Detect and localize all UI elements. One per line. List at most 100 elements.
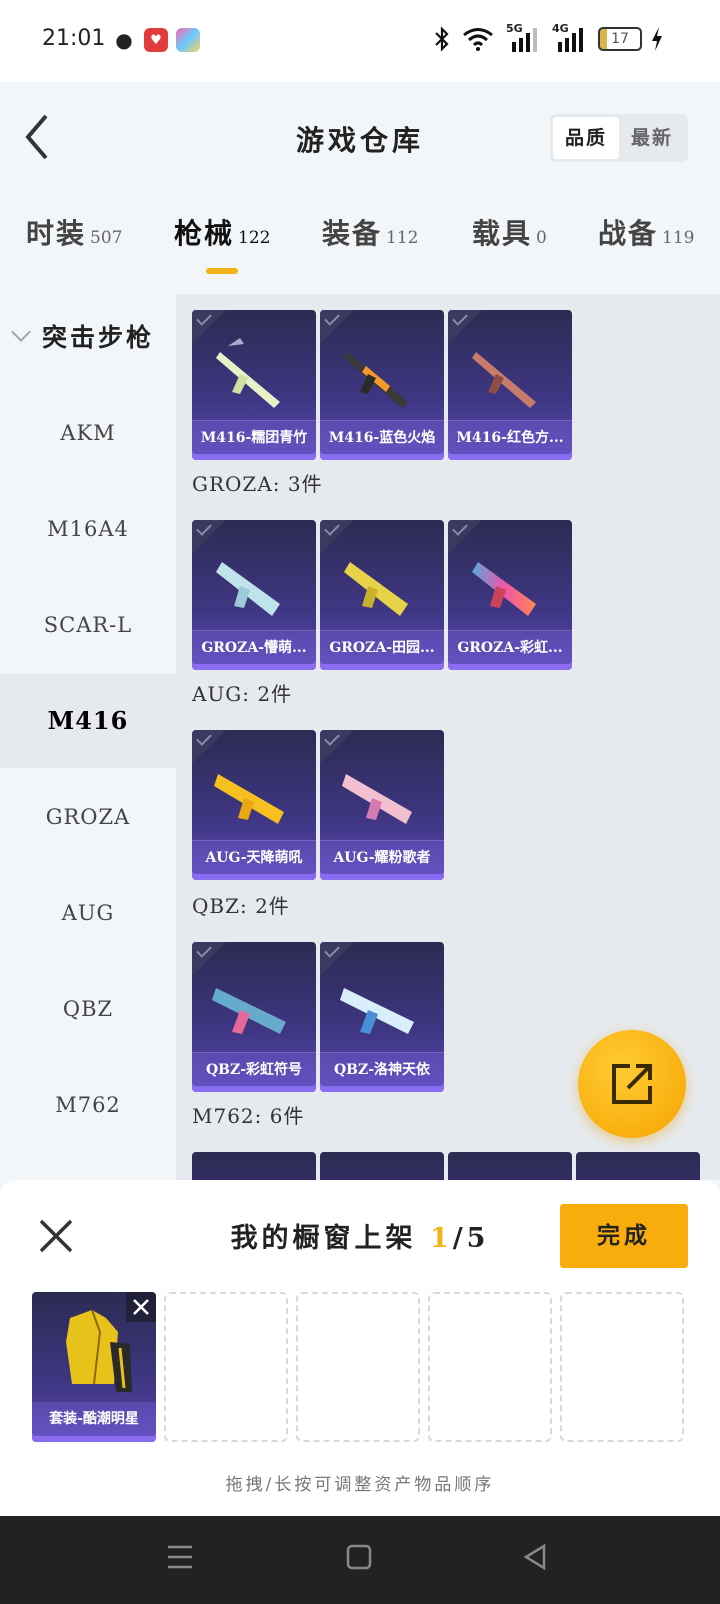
home-icon[interactable]	[346, 1544, 372, 1570]
showcase-slot-filled[interactable]: 套装-酷潮明星	[32, 1292, 156, 1442]
top-header: 游戏仓库 品质 最新	[0, 82, 720, 192]
weapon-type-sidebar: 突击步枪 AKM M16A4 SCAR-L M416 GROZA AUG QBZ…	[0, 294, 176, 1180]
gallery-icon	[176, 28, 200, 52]
wifi-icon	[463, 28, 493, 51]
rifle-skin-icon	[212, 988, 286, 1034]
sidebar-item-m416[interactable]: M416	[0, 674, 176, 768]
sort-quality-button[interactable]: 品质	[553, 117, 619, 159]
item-card[interactable]: M416-蓝色火焰	[320, 310, 444, 460]
reorder-hint: 拖拽/长按可调整资产物品顺序	[225, 1475, 495, 1495]
tab-label: 枪械	[174, 217, 235, 250]
item-name: 套装-酷潮明星	[32, 1402, 156, 1436]
signal-5g-icon: 5G	[506, 22, 540, 52]
menu-icon[interactable]	[166, 1544, 194, 1570]
back-icon[interactable]	[522, 1544, 548, 1570]
item-name: QBZ-彩虹符号	[192, 1052, 316, 1086]
sidebar-item-groza[interactable]: GROZA	[0, 770, 176, 864]
group-title-aug: AUG: 2件	[192, 682, 293, 706]
showcase-title-text: 我的橱窗上架	[230, 1223, 430, 1254]
item-card[interactable]: QBZ-洛神天依	[320, 942, 444, 1092]
item-card[interactable]: GROZA-田园...	[320, 520, 444, 670]
item-name: AUG-天降萌吼	[192, 840, 316, 874]
rifle-skin-icon	[216, 562, 280, 616]
item-card[interactable]	[192, 1152, 316, 1180]
item-card[interactable]	[320, 1152, 444, 1180]
system-nav-bar	[0, 1516, 720, 1604]
tab-count: 122	[238, 228, 271, 248]
item-card[interactable]: AUG-耀粉歌者	[320, 730, 444, 880]
tab-count: 0	[536, 228, 547, 248]
charging-icon	[652, 27, 662, 51]
showcase-slot-empty[interactable]	[560, 1292, 684, 1442]
item-card[interactable]: AUG-天降萌吼	[192, 730, 316, 880]
tab-equipment[interactable]: 装备 112	[322, 212, 418, 252]
group-title-groza: GROZA: 3件	[192, 472, 323, 496]
sidebar-item-aug[interactable]: AUG	[0, 866, 176, 960]
tab-supplies[interactable]: 战备 119	[598, 212, 694, 252]
category-label: 突击步枪	[42, 323, 155, 352]
group-title-qbz: QBZ: 2件	[192, 894, 290, 918]
category-tabs: 时装 507 枪械 122 装备 112 载具 0 战备 119	[0, 212, 720, 282]
showcase-total-count: /5	[452, 1223, 490, 1254]
app-notification-icon: ♥	[144, 28, 168, 52]
tab-label: 战备	[598, 217, 659, 250]
done-button[interactable]: 完成	[560, 1204, 688, 1268]
showcase-slot-empty[interactable]	[164, 1292, 288, 1442]
sidebar-item-qbz[interactable]: QBZ	[0, 962, 176, 1056]
item-name: M416-红色方...	[448, 420, 572, 454]
showcase-slot-empty[interactable]	[296, 1292, 420, 1442]
item-name: GROZA-彩虹...	[448, 630, 572, 664]
tab-weapons[interactable]: 枪械 122	[174, 212, 270, 252]
item-card[interactable]: M416-红色方...	[448, 310, 572, 460]
rifle-skin-icon	[472, 352, 536, 408]
active-tab-indicator	[206, 268, 238, 274]
chevron-down-icon	[11, 322, 31, 342]
bluetooth-icon	[435, 26, 449, 52]
item-card[interactable]: GROZA-彩虹...	[448, 520, 572, 670]
sort-toggle: 品质 最新	[550, 114, 688, 162]
item-name: M416-糯团青竹	[192, 420, 316, 454]
rifle-skin-icon	[344, 562, 408, 616]
tab-vehicles[interactable]: 载具 0	[472, 212, 547, 252]
rifle-skin-icon	[344, 352, 408, 408]
tab-fashion[interactable]: 时装 507	[26, 212, 122, 252]
showcase-current-count: 1	[429, 1223, 453, 1254]
tab-count: 507	[90, 228, 123, 248]
rifle-skin-icon	[216, 338, 280, 408]
category-header-assault-rifles[interactable]: 突击步枪	[11, 318, 155, 354]
rifle-skin-icon	[340, 988, 414, 1034]
sidebar-item-m762[interactable]: M762	[0, 1058, 176, 1152]
rifle-skin-icon	[472, 562, 536, 616]
item-card[interactable]: M416-糯团青竹	[192, 310, 316, 460]
tab-label: 时装	[26, 217, 87, 250]
showcase-panel: 我的橱窗上架 1/5 完成 套装-酷潮明星 拖拽/长按可调整资产物品顺序	[0, 1180, 720, 1516]
tab-count: 112	[386, 228, 419, 248]
rifle-skin-icon	[214, 774, 284, 824]
tab-label: 装备	[322, 217, 383, 250]
item-card[interactable]	[576, 1152, 700, 1180]
item-name: GROZA-田园...	[320, 630, 444, 664]
showcase-slot-empty[interactable]	[428, 1292, 552, 1442]
item-card[interactable]: GROZA-懵萌...	[192, 520, 316, 670]
share-float-button[interactable]	[578, 1030, 686, 1138]
item-name: AUG-耀粉歌者	[320, 840, 444, 874]
battery-indicator: 17	[598, 27, 642, 51]
sidebar-item-m16a4[interactable]: M16A4	[0, 482, 176, 576]
item-card[interactable]	[448, 1152, 572, 1180]
status-time: 21:01	[42, 26, 106, 51]
item-name: GROZA-懵萌...	[192, 630, 316, 664]
wechat-icon: ●	[115, 28, 133, 52]
item-card[interactable]: QBZ-彩虹符号	[192, 942, 316, 1092]
sort-latest-button[interactable]: 最新	[619, 117, 685, 159]
sidebar-item-akm[interactable]: AKM	[0, 386, 176, 480]
signal-4g-icon: 4G	[552, 22, 586, 52]
sidebar-item-scar-l[interactable]: SCAR-L	[0, 578, 176, 672]
remove-slot-button[interactable]	[126, 1292, 156, 1322]
tab-count: 119	[662, 228, 695, 248]
rifle-skin-icon	[342, 774, 412, 824]
tab-label: 载具	[472, 217, 533, 250]
item-name: M416-蓝色火焰	[320, 420, 444, 454]
item-name: QBZ-洛神天依	[320, 1052, 444, 1086]
share-external-icon	[612, 1064, 652, 1104]
group-title-m762: M762: 6件	[192, 1104, 305, 1128]
